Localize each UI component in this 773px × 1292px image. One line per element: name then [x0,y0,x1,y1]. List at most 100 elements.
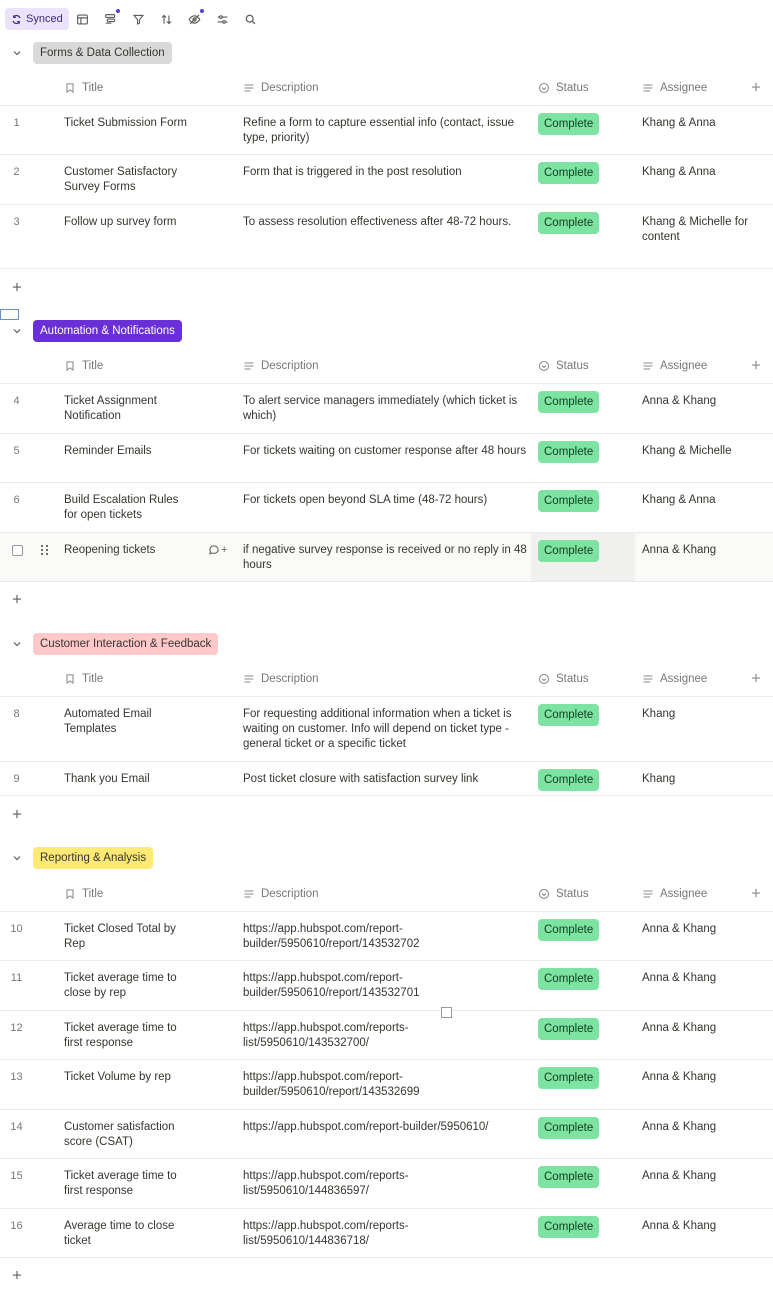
description-cell[interactable]: https://app.hubspot.com/reports-list/595… [243,1219,529,1249]
add-column-plus-icon[interactable] [750,672,762,684]
description-cell[interactable]: To assess resolution effectiveness after… [243,215,529,230]
status-cell[interactable]: Complete [531,205,635,268]
title-cell[interactable]: Follow up survey form [64,215,194,230]
status-cell[interactable]: Complete [531,1209,635,1257]
title-cell[interactable]: Ticket average time to first response [64,1169,194,1199]
description-cell[interactable]: https://app.hubspot.com/report-builder/5… [243,922,529,952]
sort-button[interactable] [153,8,181,30]
column-header-title[interactable]: Title [64,661,103,697]
status-cell[interactable]: Complete [531,961,635,1010]
assignee-cell[interactable]: Anna & Khang [642,1021,752,1036]
title-cell[interactable]: Ticket Volume by rep [64,1070,194,1085]
assignee-cell[interactable]: Khang [642,707,752,722]
status-cell[interactable]: Complete [531,384,635,433]
column-header-description[interactable]: Description [243,876,319,912]
status-cell[interactable]: Complete [531,434,635,482]
column-header-assignee[interactable]: Assignee [642,70,707,106]
status-cell[interactable]: Complete [531,762,635,795]
column-header-description[interactable]: Description [243,70,319,106]
column-header-title[interactable]: Title [64,876,103,912]
description-cell[interactable]: https://app.hubspot.com/reports-list/595… [243,1169,529,1199]
status-cell[interactable]: Complete [531,1060,635,1109]
description-cell[interactable]: if negative survey response is received … [243,543,529,573]
add-column-plus-icon[interactable] [750,887,762,899]
assignee-cell[interactable]: Khang & Michelle [642,444,752,459]
assignee-cell[interactable]: Anna & Khang [642,1070,752,1085]
description-cell[interactable]: To alert service managers immediately (w… [243,394,529,424]
add-comment-button[interactable]: + [208,544,227,556]
assignee-cell[interactable]: Anna & Khang [642,971,752,986]
title-cell[interactable]: Ticket Closed Total by Rep [64,922,194,952]
synced-button[interactable]: Synced [5,8,69,30]
table-view-button[interactable] [69,8,97,30]
column-header-assignee[interactable]: Assignee [642,661,707,697]
drag-handle-icon[interactable] [40,544,49,556]
title-cell[interactable]: Average time to close ticket [64,1219,194,1249]
table-row[interactable]: 2 Customer Satisfactory Survey Forms Form… [0,155,773,205]
column-header-assignee[interactable]: Assignee [642,876,707,912]
table-row[interactable]: 5 Reminder Emails For tickets waiting on … [0,434,773,483]
table-row[interactable]: 3 Follow up survey form To assess resolut… [0,205,773,269]
status-cell[interactable]: Complete [531,106,635,154]
table-row[interactable]: 15 Ticket average time to first response … [0,1159,773,1209]
table-row[interactable]: 12 Ticket average time to first response … [0,1011,773,1060]
add-row-plus-icon[interactable] [11,1269,23,1281]
table-row[interactable]: 14 Customer satisfaction score (CSAT) htt… [0,1110,773,1159]
description-cell[interactable]: https://app.hubspot.com/report-builder/5… [243,971,529,1001]
title-cell[interactable]: Customer Satisfactory Survey Forms [64,165,194,195]
column-header-status[interactable]: Status [538,661,589,697]
title-cell[interactable]: Ticket average time to close by rep [64,971,194,1001]
chevron-down-icon[interactable] [11,325,23,337]
title-cell[interactable]: Reopening tickets [64,543,194,558]
row-select-checkbox[interactable] [12,545,23,556]
assignee-cell[interactable]: Khang & Anna [642,116,752,131]
status-cell[interactable]: Complete [531,1011,635,1059]
add-column-plus-icon[interactable] [750,81,762,93]
status-cell[interactable]: Complete [531,483,635,532]
title-cell[interactable]: Automated Email Templates [64,707,194,737]
assignee-cell[interactable]: Khang & Anna [642,493,752,508]
table-row[interactable]: 1 Ticket Submission Form Refine a form to… [0,106,773,155]
column-header-status[interactable]: Status [538,876,589,912]
table-row[interactable]: 10 Ticket Closed Total by Rep https://app… [0,912,773,961]
description-cell[interactable]: Refine a form to capture essential info … [243,116,529,146]
empty-checkbox[interactable] [441,1007,452,1018]
title-cell[interactable]: Customer satisfaction score (CSAT) [64,1120,194,1150]
title-cell[interactable]: Ticket average time to first response [64,1021,194,1051]
status-cell[interactable]: Complete [531,912,635,960]
description-cell[interactable]: For requesting additional information wh… [243,707,529,752]
title-cell[interactable]: Reminder Emails [64,444,194,459]
title-cell[interactable]: Thank you Email [64,772,194,787]
group-label[interactable]: Forms & Data Collection [33,42,172,64]
description-cell[interactable]: For tickets open beyond SLA time (48-72 … [243,493,529,508]
table-row[interactable]: 4 Ticket Assignment Notification To alert… [0,384,773,434]
assignee-cell[interactable]: Khang & Anna [642,165,752,180]
chevron-down-icon[interactable] [11,638,23,650]
column-header-status[interactable]: Status [538,348,589,384]
description-cell[interactable]: For tickets waiting on customer response… [243,444,529,459]
column-header-status[interactable]: Status [538,70,589,106]
description-cell[interactable]: Form that is triggered in the post resol… [243,165,529,180]
group-label[interactable]: Reporting & Analysis [33,847,154,869]
add-row-plus-icon[interactable] [11,281,23,293]
description-cell[interactable]: https://app.hubspot.com/report-builder/5… [243,1070,529,1100]
assignee-cell[interactable]: Anna & Khang [642,1120,752,1135]
chevron-down-icon[interactable] [11,47,23,59]
column-header-description[interactable]: Description [243,348,319,384]
table-row[interactable]: 6 Build Escalation Rules for open tickets… [0,483,773,533]
assignee-cell[interactable]: Anna & Khang [642,1219,752,1234]
status-cell[interactable]: Complete [531,155,635,204]
column-header-title[interactable]: Title [64,348,103,384]
table-row[interactable]: 11 Ticket average time to close by rep ht… [0,961,773,1011]
title-cell[interactable]: Build Escalation Rules for open tickets [64,493,194,523]
column-header-description[interactable]: Description [243,661,319,697]
assignee-cell[interactable]: Anna & Khang [642,1169,752,1184]
add-column-plus-icon[interactable] [750,359,762,371]
hide-fields-button[interactable] [181,8,209,30]
status-cell[interactable]: Complete [531,1159,635,1208]
assignee-cell[interactable]: Anna & Khang [642,394,752,409]
group-label[interactable]: Automation & Notifications [33,320,182,342]
chevron-down-icon[interactable] [11,852,23,864]
assignee-cell[interactable]: Khang & Michelle for content [642,215,752,245]
add-row-plus-icon[interactable] [11,593,23,605]
